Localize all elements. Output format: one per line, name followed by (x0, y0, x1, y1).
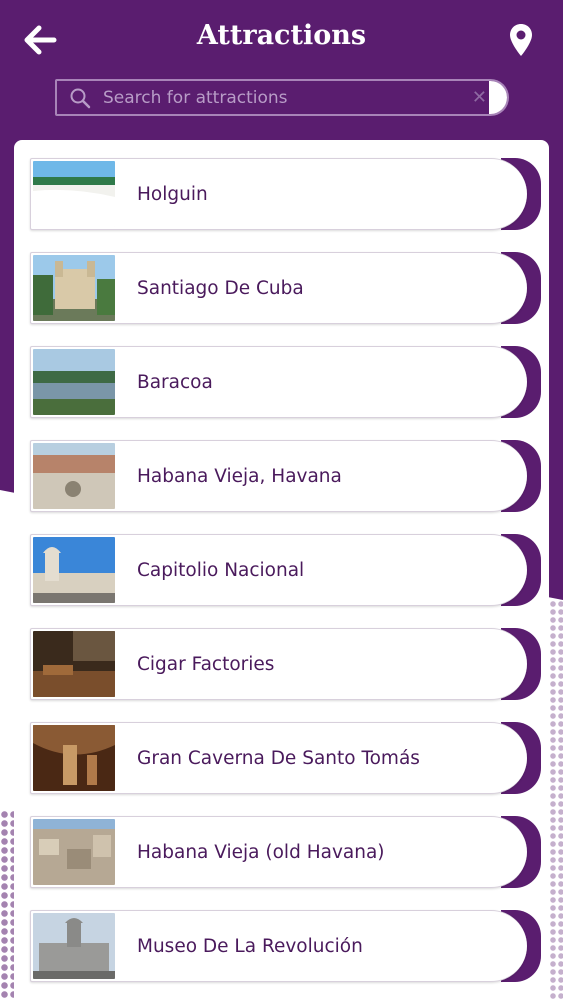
close-icon[interactable]: ✕ (472, 87, 487, 108)
thumbnail-image (33, 443, 115, 509)
item-body: Santiago De Cuba (30, 252, 527, 324)
thumbnail-image (33, 819, 115, 885)
item-label: Santiago De Cuba (137, 277, 304, 299)
page-title: Attractions (196, 20, 367, 51)
location-button[interactable] (501, 18, 541, 62)
thumbnail-image (33, 255, 115, 321)
list-item[interactable]: Baracoa (30, 346, 541, 418)
item-label: Gran Caverna De Santo Tomás (137, 747, 420, 769)
list-item[interactable]: Santiago De Cuba (30, 252, 541, 324)
list-item[interactable]: Capitolio Nacional (30, 534, 541, 606)
list-item[interactable]: Gran Caverna De Santo Tomás (30, 722, 541, 794)
item-body: Cigar Factories (30, 628, 527, 700)
search-bar[interactable]: ✕ (55, 79, 509, 116)
thumbnail-image (33, 537, 115, 603)
thumbnail-image (33, 161, 115, 227)
item-body: Capitolio Nacional (30, 534, 527, 606)
item-label: Capitolio Nacional (137, 559, 305, 581)
item-label: Habana Vieja, Havana (137, 465, 342, 487)
item-label: Museo De La Revolución (137, 935, 363, 957)
item-body: Habana Vieja (old Havana) (30, 816, 527, 888)
attractions-card: Holguin Santiago De Cuba Baracoa Habana … (14, 140, 549, 1000)
item-label: Cigar Factories (137, 653, 275, 675)
app-header: Attractions (0, 0, 563, 78)
list-item[interactable]: Habana Vieja, Havana (30, 440, 541, 512)
item-label: Baracoa (137, 371, 213, 393)
map-pin-icon (510, 24, 532, 56)
thumbnail-image (33, 913, 115, 979)
thumbnail-image (33, 631, 115, 697)
list-item[interactable]: Museo De La Revolución (30, 910, 541, 982)
item-body: Museo De La Revolución (30, 910, 527, 982)
search-input[interactable] (103, 87, 507, 108)
item-body: Gran Caverna De Santo Tomás (30, 722, 527, 794)
item-body: Baracoa (30, 346, 527, 418)
item-label: Habana Vieja (old Havana) (137, 841, 385, 863)
thumbnail-image (33, 349, 115, 415)
item-body: Holguin (30, 158, 527, 230)
search-icon (70, 88, 91, 108)
list-item[interactable]: Habana Vieja (old Havana) (30, 816, 541, 888)
thumbnail-image (33, 725, 115, 791)
list-item[interactable]: Holguin (30, 158, 541, 230)
list-item[interactable]: Cigar Factories (30, 628, 541, 700)
item-body: Habana Vieja, Havana (30, 440, 527, 512)
item-label: Holguin (137, 183, 208, 205)
